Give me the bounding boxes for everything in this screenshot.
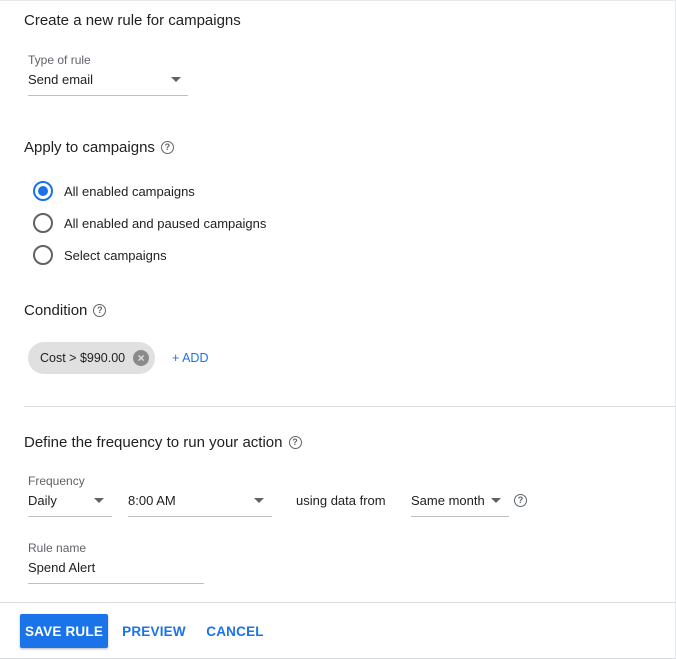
radio-label: All enabled campaigns bbox=[64, 183, 195, 199]
top-border bbox=[0, 0, 676, 1]
help-icon[interactable]: ? bbox=[288, 436, 302, 449]
footer-divider bbox=[0, 602, 676, 603]
preview-button[interactable]: PREVIEW bbox=[116, 614, 192, 648]
condition-chip-label: Cost > $990.00 bbox=[40, 351, 126, 365]
rule-name-label: Rule name bbox=[28, 541, 87, 555]
radio-label: All enabled and paused campaigns bbox=[64, 215, 267, 231]
frequency-select[interactable]: Frequency Daily bbox=[28, 474, 112, 517]
using-data-from-label: using data from bbox=[296, 493, 386, 508]
frequency-section-title: Define the frequency to run your action … bbox=[24, 434, 302, 451]
apply-section-title: Apply to campaigns ? bbox=[24, 139, 174, 156]
rule-type-label: Type of rule bbox=[28, 53, 91, 67]
rule-type-underline bbox=[28, 95, 188, 96]
chevron-down-icon bbox=[491, 498, 501, 503]
rule-name-underline bbox=[28, 583, 204, 584]
rule-name-value: Spend Alert bbox=[28, 560, 96, 575]
close-icon[interactable]: × bbox=[133, 350, 150, 366]
chevron-down-icon bbox=[94, 498, 104, 503]
frequency-label: Frequency bbox=[28, 474, 85, 488]
rule-name-field[interactable]: Rule name Spend Alert bbox=[28, 541, 204, 584]
add-condition-button[interactable]: + ADD bbox=[172, 351, 208, 365]
frequency-value: Daily bbox=[28, 493, 57, 508]
radio-all-enabled[interactable]: All enabled campaigns bbox=[33, 181, 195, 201]
condition-title-text: Condition bbox=[24, 302, 88, 319]
data-range-select[interactable]: Same month bbox=[411, 474, 509, 517]
data-range-underline bbox=[411, 516, 509, 517]
chevron-down-icon bbox=[171, 77, 181, 82]
save-rule-button[interactable]: SAVE RULE bbox=[20, 614, 108, 648]
condition-chip[interactable]: Cost > $990.00 × bbox=[28, 342, 156, 374]
radio-unchecked-icon[interactable] bbox=[33, 245, 53, 265]
time-select[interactable]: 8:00 AM bbox=[128, 474, 272, 517]
help-icon[interactable]: ? bbox=[160, 141, 174, 154]
condition-section-title: Condition ? bbox=[24, 302, 107, 319]
frequency-title-text: Define the frequency to run your action bbox=[24, 434, 283, 451]
radio-checked-icon[interactable] bbox=[33, 181, 53, 201]
data-range-value: Same month bbox=[411, 493, 485, 508]
chevron-down-icon bbox=[254, 498, 264, 503]
radio-enabled-paused[interactable]: All enabled and paused campaigns bbox=[33, 213, 266, 233]
section-divider bbox=[24, 406, 676, 407]
time-value: 8:00 AM bbox=[128, 493, 176, 508]
radio-label: Select campaigns bbox=[64, 247, 167, 263]
time-underline bbox=[128, 516, 272, 517]
help-icon[interactable]: ? bbox=[514, 494, 527, 507]
rule-type-value: Send email bbox=[28, 72, 94, 87]
cancel-button[interactable]: CANCEL bbox=[200, 614, 270, 648]
help-icon[interactable]: ? bbox=[93, 304, 107, 317]
rule-type-select[interactable]: Type of rule Send email bbox=[28, 53, 188, 96]
radio-unchecked-icon[interactable] bbox=[33, 213, 53, 233]
frequency-underline bbox=[28, 516, 112, 517]
radio-select-campaigns[interactable]: Select campaigns bbox=[33, 245, 167, 265]
page-title: Create a new rule for campaigns bbox=[24, 12, 241, 29]
apply-title-text: Apply to campaigns bbox=[24, 139, 155, 156]
